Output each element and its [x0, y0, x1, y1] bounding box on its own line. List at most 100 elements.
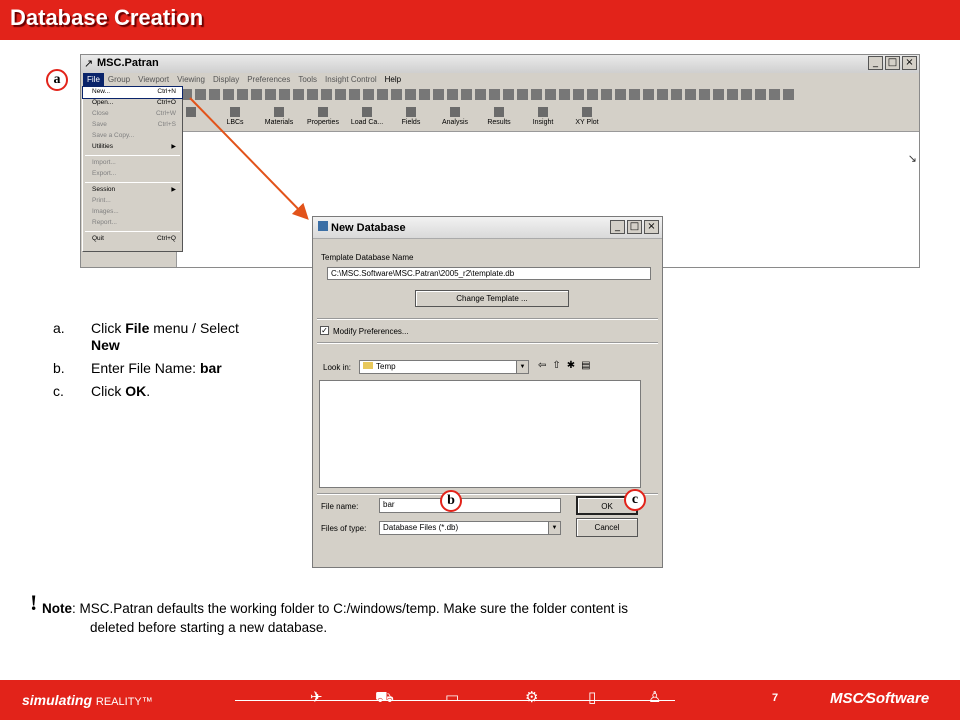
app-properties[interactable]: Properties	[303, 107, 343, 126]
toolbar-icon[interactable]	[475, 89, 486, 100]
toolbar-icon[interactable]	[531, 89, 542, 100]
file-menu-save-copy[interactable]: Save a Copy...	[83, 131, 182, 142]
app-results[interactable]: Results	[479, 107, 519, 126]
file-menu-import[interactable]: Import...	[83, 158, 182, 169]
modify-preferences-checkbox[interactable]: ✓	[320, 326, 329, 335]
toolbar-icon[interactable]	[447, 89, 458, 100]
file-menu-new[interactable]: New... Ctrl+N	[82, 86, 183, 99]
file-menu-session[interactable]: Session ▶	[83, 185, 182, 196]
dialog-maximize-button[interactable]: □	[627, 220, 642, 234]
file-menu-utilities[interactable]: Utilities ▶	[83, 142, 182, 153]
toolbar-icon[interactable]	[461, 89, 472, 100]
file-menu-save[interactable]: Save Ctrl+S	[83, 120, 182, 131]
toolbar-icon[interactable]	[307, 89, 318, 100]
app-insight[interactable]: Insight	[523, 107, 563, 126]
toolbar-icon[interactable]	[293, 89, 304, 100]
up-folder-icon[interactable]: ⇧	[552, 360, 560, 371]
menu-tools[interactable]: Tools	[294, 73, 321, 87]
toolbar-icon[interactable]	[335, 89, 346, 100]
toolbar-icon[interactable]	[671, 89, 682, 100]
template-db-field[interactable]: C:\MSC.Software\MSC.Patran\2005_r2\templ…	[327, 267, 651, 280]
toolbar-icon[interactable]	[209, 89, 220, 100]
toolbar-icon[interactable]	[783, 89, 794, 100]
toolbar-icon[interactable]	[657, 89, 668, 100]
toolbar-icon[interactable]	[503, 89, 514, 100]
toolbar-icon[interactable]	[629, 89, 640, 100]
file-menu-images[interactable]: Images...	[83, 207, 182, 218]
toolbar-icon[interactable]	[489, 89, 500, 100]
toolbar-icon[interactable]	[321, 89, 332, 100]
toolbar-icon[interactable]	[517, 89, 528, 100]
maximize-button[interactable]: □	[885, 56, 900, 70]
app-load-cases[interactable]: Load Ca...	[347, 107, 387, 126]
database-icon	[318, 221, 328, 231]
close-button[interactable]: ×	[902, 56, 917, 70]
dialog-minimize-button[interactable]: _	[610, 220, 625, 234]
toolbar-icon[interactable]	[377, 89, 388, 100]
toolbar-icon[interactable]	[741, 89, 752, 100]
file-menu-quit[interactable]: Quit Ctrl+Q	[83, 234, 182, 245]
toolbar-icon[interactable]	[349, 89, 360, 100]
minimize-button[interactable]: _	[868, 56, 883, 70]
toolbar-icon[interactable]	[237, 89, 248, 100]
menu-insight-control[interactable]: Insight Control	[321, 73, 381, 87]
app-materials[interactable]: Materials	[259, 107, 299, 126]
app-xy-plot[interactable]: XY Plot	[567, 107, 607, 126]
phone-icon: ▯	[588, 688, 597, 706]
toolbar-icon[interactable]	[363, 89, 374, 100]
app-lbcs[interactable]: LBCs	[215, 107, 255, 126]
app-fields[interactable]: Fields	[391, 107, 431, 126]
toolbar-icon[interactable]	[573, 89, 584, 100]
menu-viewing[interactable]: Viewing	[173, 73, 209, 87]
toolbar-icon[interactable]	[615, 89, 626, 100]
toolbar-icon[interactable]	[727, 89, 738, 100]
menu-display[interactable]: Display	[209, 73, 243, 87]
files-of-type-combo[interactable]: Database Files (*.db) ▼	[379, 521, 561, 535]
cancel-button[interactable]: Cancel	[576, 518, 638, 537]
file-menu-open[interactable]: Open... Ctrl+O	[83, 98, 182, 109]
menu-help[interactable]: Help	[381, 73, 405, 87]
toolbar-icon[interactable]	[587, 89, 598, 100]
toolbar-icon[interactable]	[251, 89, 262, 100]
view-menu-icon[interactable]: ▤	[581, 360, 590, 371]
file-list[interactable]	[319, 380, 641, 488]
file-menu-print[interactable]: Print...	[83, 196, 182, 207]
lbcs-icon	[230, 107, 240, 117]
file-menu-dropdown: New... Ctrl+N Open... Ctrl+O Close Ctrl+W S…	[82, 86, 183, 252]
toolbar-icon[interactable]	[601, 89, 612, 100]
file-menu-report[interactable]: Report...	[83, 218, 182, 229]
toolbar-icon[interactable]	[545, 89, 556, 100]
toolbar-icon[interactable]	[713, 89, 724, 100]
toolbar-icon[interactable]	[195, 89, 206, 100]
change-template-button[interactable]: Change Template ...	[415, 290, 569, 307]
toolbar-icon[interactable]	[223, 89, 234, 100]
file-name-input[interactable]: bar	[379, 498, 561, 513]
toolbar-icon[interactable]	[391, 89, 402, 100]
toolbar-icon[interactable]	[265, 89, 276, 100]
note-text-line1: : MSC.Patran defaults the working folder…	[72, 601, 629, 616]
dialog-close-button[interactable]: ×	[644, 220, 659, 234]
toolbar-icon[interactable]	[279, 89, 290, 100]
toolbar-icon[interactable]	[755, 89, 766, 100]
toolbar-icon[interactable]	[405, 89, 416, 100]
template-db-label: Template Database Name	[321, 253, 414, 262]
toolbar-icon[interactable]	[769, 89, 780, 100]
menu-viewport[interactable]: Viewport	[134, 73, 173, 87]
file-menu-close[interactable]: Close Ctrl+W	[83, 109, 182, 120]
new-folder-icon[interactable]: ✱	[567, 360, 575, 371]
menu-file[interactable]: File	[83, 73, 104, 87]
toolbar-icon[interactable]	[433, 89, 444, 100]
back-icon[interactable]: ⇦	[538, 360, 546, 371]
app-analysis[interactable]: Analysis	[435, 107, 475, 126]
look-in-combo[interactable]: Temp ▼	[359, 360, 529, 374]
toolbar-icon[interactable]	[419, 89, 430, 100]
toolbar-icon[interactable]	[559, 89, 570, 100]
step-c: c. Click OK.	[53, 383, 151, 399]
look-in-nav-icons: ⇦ ⇧ ✱ ▤	[538, 360, 591, 371]
file-menu-export[interactable]: Export...	[83, 169, 182, 180]
toolbar-icon[interactable]	[685, 89, 696, 100]
menu-group[interactable]: Group	[104, 73, 134, 87]
menu-preferences[interactable]: Preferences	[243, 73, 294, 87]
toolbar-icon[interactable]	[699, 89, 710, 100]
toolbar-icon[interactable]	[643, 89, 654, 100]
